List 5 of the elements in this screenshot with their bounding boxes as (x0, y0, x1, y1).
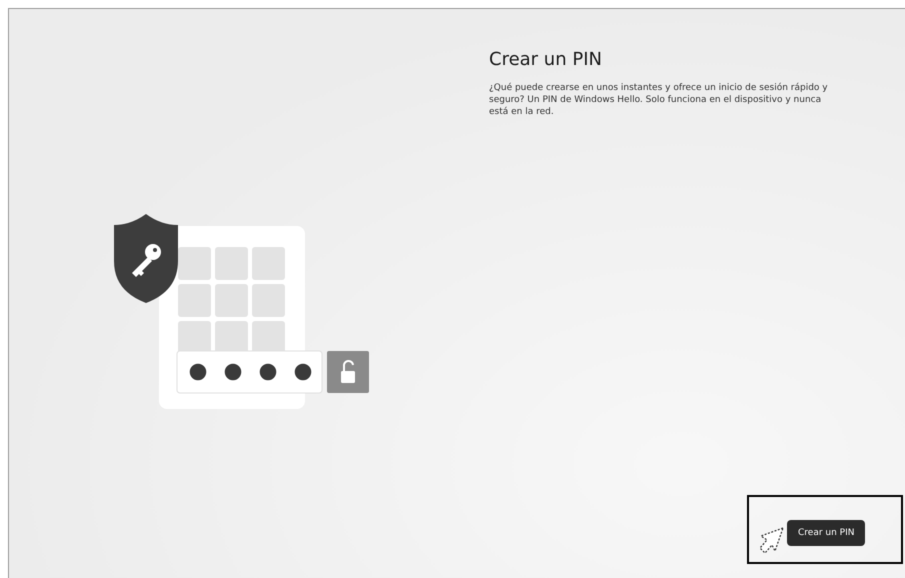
unlocked-padlock-icon (327, 351, 369, 393)
create-pin-button[interactable]: Crear un PIN (787, 520, 866, 546)
cursor-icon (757, 526, 785, 556)
description-text: ¿Qué puede crearse en unos instantes y ofrece un inicio de sesión rápido y seguro? Un PIN de Windows Hello. Solo funciona en el dispositivo y nunca está en la red. (489, 82, 829, 118)
page-title: Crear un PIN (489, 49, 603, 70)
